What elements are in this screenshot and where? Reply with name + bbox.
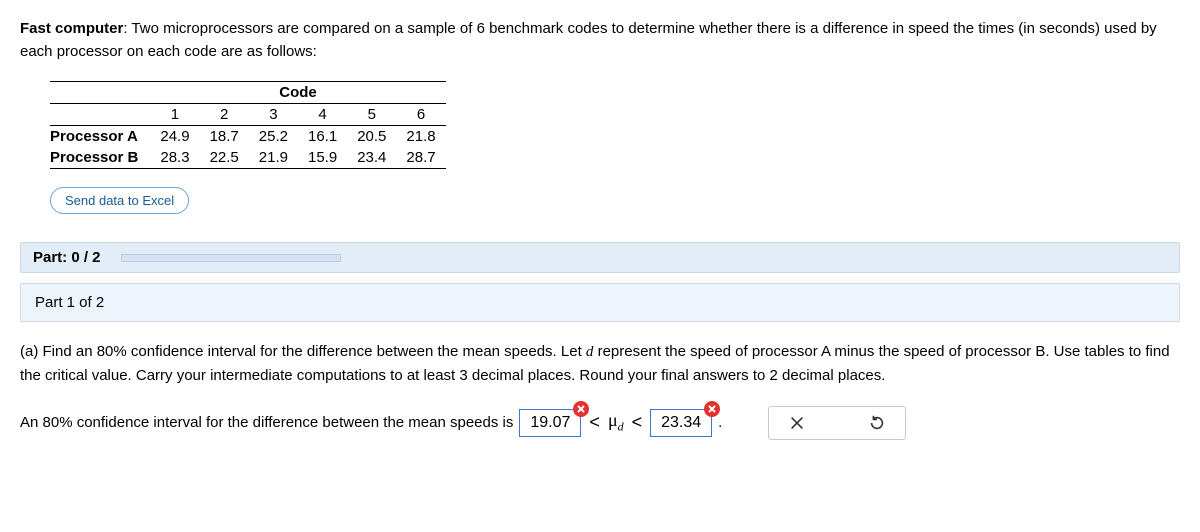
upper-bound-input[interactable]: 23.34 — [650, 409, 712, 437]
cell: 24.9 — [150, 126, 199, 148]
col-2: 2 — [200, 104, 249, 126]
table-row: Processor B 28.3 22.5 21.9 15.9 23.4 28.… — [50, 147, 446, 169]
question-text: (a) Find an 80% confidence interval for … — [20, 340, 1180, 388]
cell: 20.5 — [347, 126, 396, 148]
cell: 16.1 — [298, 126, 347, 148]
cell: 28.3 — [150, 147, 199, 169]
mu-d: μd — [608, 410, 624, 435]
less-than-2: < — [630, 412, 645, 433]
col-6: 6 — [396, 104, 445, 126]
row-label-b: Processor B — [50, 147, 150, 169]
cell: 23.4 — [347, 147, 396, 169]
prompt-lead: Fast computer — [20, 20, 123, 37]
col-3: 3 — [249, 104, 298, 126]
wrong-icon — [573, 401, 589, 417]
cell: 28.7 — [396, 147, 445, 169]
subpart-header: Part 1 of 2 — [20, 283, 1180, 322]
answer-line: An 80% confidence interval for the diffe… — [20, 406, 1180, 440]
part-progress-bar: Part: 0 / 2 — [20, 242, 1180, 273]
lower-bound-value: 19.07 — [530, 414, 570, 431]
reset-button[interactable] — [867, 413, 887, 433]
col-4: 4 — [298, 104, 347, 126]
data-table-wrapper: Code 1 2 3 4 5 6 Processor A 24.9 18.7 2… — [50, 81, 1180, 169]
cell: 18.7 — [200, 126, 249, 148]
col-5: 5 — [347, 104, 396, 126]
upper-bound-value: 23.34 — [661, 414, 701, 431]
table-col-headers: 1 2 3 4 5 6 — [50, 104, 446, 126]
col-1: 1 — [150, 104, 199, 126]
less-than-1: < — [587, 412, 602, 433]
wrong-icon — [704, 401, 720, 417]
problem-statement: Fast computer: Two microprocessors are c… — [20, 18, 1180, 63]
data-table: Code 1 2 3 4 5 6 Processor A 24.9 18.7 2… — [50, 81, 446, 169]
cell: 22.5 — [200, 147, 249, 169]
answer-toolbar — [768, 406, 906, 440]
table-row: Processor A 24.9 18.7 25.2 16.1 20.5 21.… — [50, 126, 446, 148]
answer-period: . — [718, 414, 722, 431]
row-label-a: Processor A — [50, 126, 150, 148]
send-to-excel-button[interactable]: Send data to Excel — [50, 187, 189, 214]
cell: 21.9 — [249, 147, 298, 169]
cell: 25.2 — [249, 126, 298, 148]
progress-track — [121, 254, 341, 262]
table-code-header: Code — [150, 82, 445, 104]
cell: 21.8 — [396, 126, 445, 148]
question-part-a: (a) Find an 80% confidence interval for … — [20, 343, 586, 360]
clear-button[interactable] — [787, 413, 807, 433]
prompt-text: : Two microprocessors are compared on a … — [20, 20, 1157, 60]
answer-prefix: An 80% confidence interval for the diffe… — [20, 414, 513, 431]
lower-bound-input[interactable]: 19.07 — [519, 409, 581, 437]
cell: 15.9 — [298, 147, 347, 169]
part-label: Part: 0 / 2 — [33, 249, 101, 266]
